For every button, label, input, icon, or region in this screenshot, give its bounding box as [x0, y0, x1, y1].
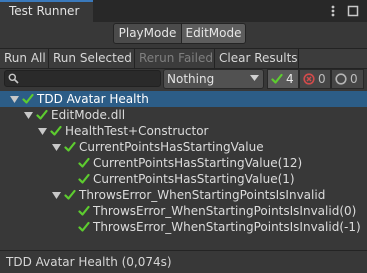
tree-row-label: EditMode.dll: [51, 108, 126, 122]
passed-checkmark-icon: [64, 189, 76, 200]
run-all-button[interactable]: Run All: [0, 49, 49, 68]
tree-row[interactable]: TDD Avatar Health: [0, 91, 367, 107]
passed-checkmark-icon: [36, 109, 48, 120]
passed-checkmark-icon: [22, 93, 34, 104]
tree-row[interactable]: CurrentPointsHasStartingValue(1): [0, 171, 367, 187]
skipped-count: 0: [350, 72, 358, 86]
skipped-icon: [335, 73, 347, 85]
tree-row-label: HealthTest+Constructor: [65, 124, 209, 138]
expand-arrow-icon[interactable]: [52, 143, 61, 152]
menu-icon[interactable]: [326, 4, 340, 18]
status-text: TDD Avatar Health (0,074s): [6, 255, 172, 269]
category-filter-value: Nothing: [167, 72, 215, 86]
tree-row[interactable]: ThrowsError_WhenStartingPointsIsInvalid(…: [0, 219, 367, 235]
tree-row[interactable]: CurrentPointsHasStartingValue: [0, 139, 367, 155]
run-selected-button[interactable]: Run Selected: [49, 49, 135, 68]
tree-row[interactable]: CurrentPointsHasStartingValue(12): [0, 155, 367, 171]
test-tree: TDD Avatar Health EditMode.dll HealthTest+…: [0, 91, 367, 248]
search-input[interactable]: [4, 70, 161, 87]
tree-row-label: TDD Avatar Health: [37, 92, 149, 106]
tree-row-label: ThrowsError_WhenStartingPointsIsInvalid: [79, 188, 326, 202]
clear-results-button[interactable]: Clear Results: [215, 49, 299, 68]
tree-row[interactable]: ThrowsError_WhenStartingPointsIsInvalid: [0, 187, 367, 203]
passed-checkmark-icon: [78, 205, 90, 216]
tree-row[interactable]: HealthTest+Constructor: [0, 123, 367, 139]
passed-count: 4: [286, 72, 294, 86]
passed-checkmark-icon: [50, 125, 62, 136]
tree-row-label: ThrowsError_WhenStartingPointsIsInvalid(…: [93, 204, 357, 218]
playmode-button[interactable]: PlayMode: [113, 23, 182, 44]
editmode-button[interactable]: EditMode: [181, 23, 246, 44]
expand-arrow-icon[interactable]: [38, 127, 47, 136]
failed-count: 0: [318, 72, 326, 86]
tab-title: Test Runner: [9, 4, 80, 18]
passed-checkmark-icon: [78, 157, 90, 168]
expand-arrow-icon[interactable]: [24, 111, 33, 120]
error-icon: [303, 73, 315, 85]
tree-row-label: CurrentPointsHasStartingValue(12): [93, 156, 303, 170]
tree-row-label: CurrentPointsHasStartingValue(1): [93, 172, 295, 186]
expand-arrow-icon[interactable]: [10, 95, 19, 104]
rerun-failed-button[interactable]: Rerun Failed: [135, 49, 215, 68]
tree-row[interactable]: EditMode.dll: [0, 107, 367, 123]
passed-checkmark-icon: [78, 221, 90, 232]
passed-checkmark-icon: [64, 141, 76, 152]
maximize-icon[interactable]: [346, 4, 360, 18]
tree-row[interactable]: ThrowsError_WhenStartingPointsIsInvalid(…: [0, 203, 367, 219]
search-icon: [8, 73, 19, 84]
checkmark-icon: [271, 73, 283, 84]
passed-checkmark-icon: [78, 173, 90, 184]
expand-arrow-icon[interactable]: [52, 191, 61, 200]
chevron-down-icon: [250, 75, 259, 81]
tree-row-label: ThrowsError_WhenStartingPointsIsInvalid(…: [93, 220, 361, 234]
tree-row-label: CurrentPointsHasStartingValue: [79, 140, 264, 154]
